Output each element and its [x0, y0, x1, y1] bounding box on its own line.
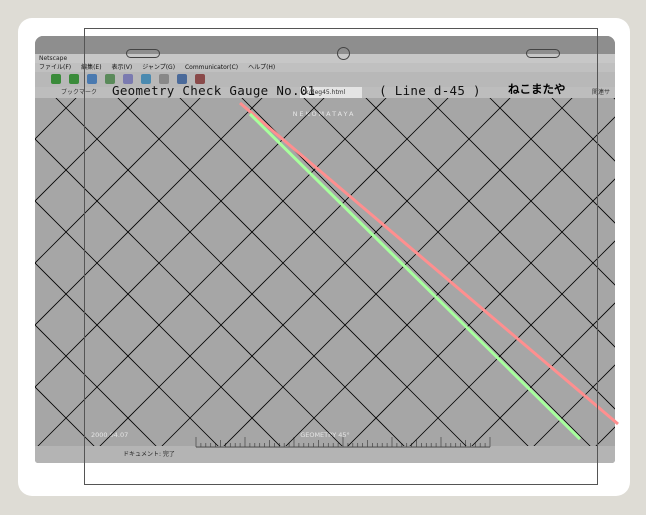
right-handle[interactable] [526, 49, 560, 58]
nekomataya-logo: ねこまたや [508, 82, 566, 96]
left-handle[interactable] [126, 49, 160, 58]
gauge-subtitle: ( Line d-45 ) [379, 83, 481, 98]
center-circle[interactable] [337, 47, 350, 60]
gauge-title: Geometry Check Gauge No.01 ( Line d-45 ) [112, 83, 481, 98]
gauge-title-text: Geometry Check Gauge No.01 [112, 83, 316, 98]
grid-line-down [640, 0, 646, 515]
grid-line-down [0, 0, 39, 515]
grid-line-up [0, 0, 50, 515]
